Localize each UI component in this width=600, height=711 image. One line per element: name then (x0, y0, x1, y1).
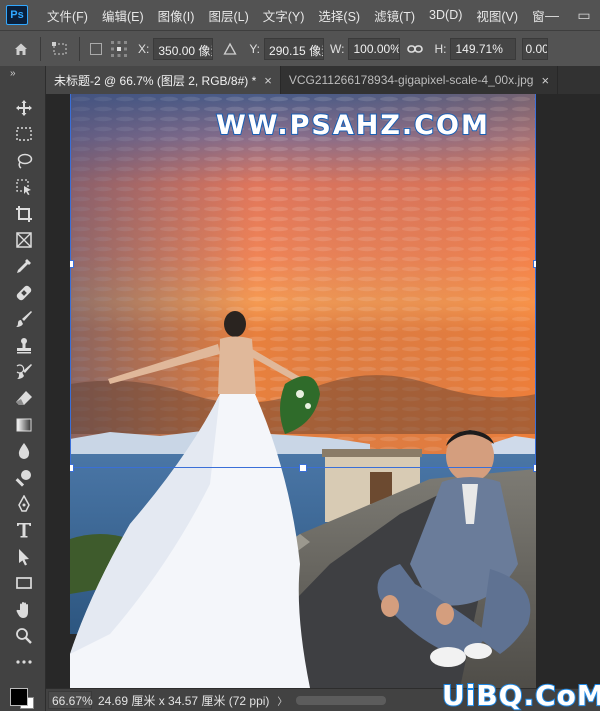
tab-vcg-image[interactable]: VCG211266178934-gigapixel-scale-4_00x.jp… (281, 66, 559, 94)
brush-tool-icon[interactable] (11, 307, 37, 331)
clone-stamp-tool-icon[interactable] (11, 334, 37, 358)
path-select-tool-icon[interactable] (11, 545, 37, 569)
menu-file[interactable]: 文件(F) (40, 6, 95, 25)
w-label: W: (330, 41, 345, 56)
site-logo-watermark: UiBQ.CoM (441, 678, 600, 711)
y-label: Y: (249, 41, 261, 56)
menu-type[interactable]: 文字(Y) (256, 6, 312, 25)
reference-point-grid-icon[interactable] (106, 37, 132, 61)
hand-tool-icon[interactable] (11, 598, 37, 622)
transform-handle[interactable] (299, 464, 307, 472)
transform-handle[interactable] (70, 464, 74, 472)
reference-point-checkbox[interactable] (90, 42, 102, 55)
rectangle-tool-icon[interactable] (11, 571, 37, 595)
tab-label: 未标题-2 @ 66.7% (图层 2, RGB/8#) * (54, 73, 257, 88)
dodge-tool-icon[interactable] (11, 466, 37, 490)
horizontal-scrollbar[interactable] (296, 696, 386, 705)
x-label: X: (138, 41, 150, 56)
menu-edit[interactable]: 编辑(E) (95, 6, 151, 25)
blur-tool-icon[interactable] (11, 439, 37, 463)
tab-label: VCG211266178934-gigapixel-scale-4_00x.jp… (288, 73, 534, 87)
transform-handle[interactable] (533, 260, 536, 268)
document-info[interactable]: 24.69 厘米 x 34.57 厘米 (72 ppi) (98, 692, 269, 709)
transform-handle[interactable] (533, 464, 536, 472)
object-select-tool-icon[interactable] (11, 175, 37, 199)
zoom-level-field[interactable]: 66.67% (48, 691, 93, 709)
eyedropper-tool-icon[interactable] (11, 254, 37, 278)
foreground-color-swatch[interactable] (10, 688, 28, 706)
x-position-field[interactable]: 350.00 像素 (153, 37, 214, 60)
document-tabs: 未标题-2 @ 66.7% (图层 2, RGB/8#) * × VCG2112… (46, 66, 600, 94)
frame-tool-icon[interactable] (11, 228, 37, 252)
minimize-button[interactable]: — (536, 0, 568, 30)
more-tools-icon[interactable] (11, 650, 37, 674)
delta-icon[interactable] (217, 37, 243, 61)
close-icon[interactable]: × (541, 73, 549, 88)
options-bar: X: 350.00 像素 Y: 290.15 像素 W: 100.00% H: … (0, 30, 600, 66)
h-label: H: (434, 41, 447, 56)
maximize-button[interactable]: ▭ (568, 0, 600, 30)
divider (40, 36, 41, 61)
transform-bounding-box[interactable] (70, 94, 536, 468)
crop-tool-icon[interactable] (11, 202, 37, 226)
close-icon[interactable]: × (264, 73, 272, 88)
type-tool-icon[interactable] (11, 518, 37, 542)
marquee-tool-icon[interactable] (11, 122, 37, 146)
y-position-field[interactable]: 290.15 像素 (264, 37, 325, 60)
gradient-tool-icon[interactable] (11, 413, 37, 437)
pen-tool-icon[interactable] (11, 492, 37, 516)
history-brush-tool-icon[interactable] (11, 360, 37, 384)
menu-bar: Ps 文件(F) 编辑(E) 图像(I) 图层(L) 文字(Y) 选择(S) 滤… (0, 0, 600, 30)
canvas-area[interactable]: WW.PSAHZ.COM (46, 94, 600, 688)
menu-image[interactable]: 图像(I) (151, 6, 202, 25)
move-tool-icon[interactable] (11, 96, 37, 120)
angle-field[interactable]: 0.00 (522, 37, 549, 60)
eraser-tool-icon[interactable] (11, 386, 37, 410)
link-icon[interactable] (402, 37, 428, 61)
menu-filter[interactable]: 滤镜(T) (367, 6, 422, 25)
document-canvas[interactable]: WW.PSAHZ.COM (70, 94, 536, 688)
zoom-tool-icon[interactable] (11, 624, 37, 648)
photoshop-logo[interactable]: Ps (6, 5, 28, 25)
transform-handle[interactable] (70, 260, 74, 268)
divider (79, 36, 80, 61)
height-field[interactable]: 149.71% (450, 37, 517, 60)
lasso-tool-icon[interactable] (11, 149, 37, 173)
tab-untitled-2[interactable]: 未标题-2 @ 66.7% (图层 2, RGB/8#) * × (46, 66, 281, 94)
menu-select[interactable]: 选择(S) (311, 6, 367, 25)
status-menu-arrow-icon[interactable]: 〉 (277, 693, 287, 708)
menu-view[interactable]: 视图(V) (469, 6, 525, 25)
menu-layer[interactable]: 图层(L) (201, 6, 255, 25)
collapse-panel-icon[interactable]: » (10, 68, 16, 79)
home-icon[interactable] (8, 37, 34, 61)
healing-brush-tool-icon[interactable] (11, 281, 37, 305)
transform-preset-icon[interactable] (47, 37, 73, 61)
width-field[interactable]: 100.00% (348, 37, 401, 60)
menu-3d[interactable]: 3D(D) (422, 8, 469, 22)
